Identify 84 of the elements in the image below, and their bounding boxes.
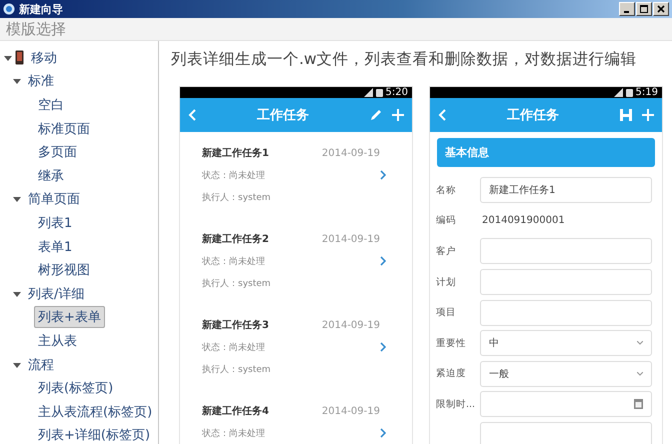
task-date: 2014-09-19 xyxy=(322,320,380,330)
plus-icon[interactable] xyxy=(392,109,404,121)
tree-item[interactable]: 列表1 xyxy=(34,212,76,234)
caret-icon[interactable] xyxy=(13,195,21,204)
battery-icon xyxy=(376,88,383,97)
page-title: 工作任务 xyxy=(506,107,560,124)
window-title: 新建向导 xyxy=(19,2,64,16)
task-executor: 执行人：system xyxy=(202,192,272,204)
tree-item[interactable]: 主从表流程(标签页) xyxy=(34,400,156,423)
task-date: 2014-09-19 xyxy=(322,148,380,158)
task-title: 新建工作任务2 xyxy=(202,232,270,246)
close-button[interactable] xyxy=(653,2,669,16)
code-value: 2014091900001 xyxy=(481,215,565,226)
field-label: 重要性 xyxy=(436,336,467,350)
app-icon xyxy=(3,3,15,15)
task-status: 状态：尚未处理 xyxy=(202,342,266,354)
back-icon[interactable] xyxy=(188,109,196,121)
maximize-icon xyxy=(640,5,648,13)
task-executor: 执行人：system xyxy=(202,364,272,376)
task-status: 状态：尚未处理 xyxy=(202,256,266,268)
tree-item[interactable]: 继承 xyxy=(34,164,68,187)
tree-item[interactable]: 树形视图 xyxy=(34,259,94,282)
task-title: 新建工作任务3 xyxy=(202,318,270,332)
task-date: 2014-09-19 xyxy=(322,406,380,416)
field-label: 客户 xyxy=(436,244,457,258)
date-field[interactable] xyxy=(480,391,652,418)
chevron-icon[interactable] xyxy=(380,170,386,180)
caret-icon[interactable] xyxy=(13,290,21,298)
chevron-icon[interactable] xyxy=(380,342,386,352)
tree-item[interactable]: 简单页面 xyxy=(24,188,84,210)
select-field[interactable]: 一般 xyxy=(480,360,652,387)
task-executor: 执行人：system xyxy=(202,278,272,290)
tree-item[interactable]: 列表+详细(标签页) xyxy=(34,424,154,444)
tree-item[interactable]: 列表+表单 xyxy=(34,306,105,328)
status-time: 5:19 xyxy=(636,87,658,98)
phone-icon xyxy=(15,50,24,66)
tree-item[interactable]: 主从表 xyxy=(34,330,81,352)
save-icon[interactable] xyxy=(620,109,632,121)
tree-item[interactable]: 标准 xyxy=(24,70,58,92)
tree-item[interactable]: 列表(标签页) xyxy=(34,377,118,400)
caret-icon[interactable] xyxy=(13,77,21,86)
tree-item[interactable]: 标准页面 xyxy=(34,118,94,140)
select-field[interactable]: 中 xyxy=(480,330,652,356)
input-field[interactable] xyxy=(480,422,652,444)
tree-item[interactable]: 多页面 xyxy=(34,141,81,164)
field-label: 编码 xyxy=(436,214,457,228)
tree-item[interactable]: 流程 xyxy=(24,354,58,376)
plus-icon[interactable] xyxy=(642,109,654,121)
caret-icon[interactable] xyxy=(4,54,12,62)
tree-item[interactable]: 空白 xyxy=(34,94,68,116)
field-label: 限制时... xyxy=(436,398,476,411)
tree-item[interactable]: 移动 xyxy=(27,46,61,69)
back-icon[interactable] xyxy=(438,109,446,121)
chevron-icon[interactable] xyxy=(380,256,386,266)
task-status: 状态：尚未处理 xyxy=(202,170,266,182)
field-label: 项目 xyxy=(436,306,457,320)
dropdown-icon xyxy=(637,341,643,346)
page-title: 工作任务 xyxy=(256,107,310,124)
input-field[interactable] xyxy=(480,238,652,264)
tree-item[interactable]: 列表/详细 xyxy=(24,282,88,305)
template-select-label: 模版选择 xyxy=(6,20,66,38)
status-time: 5:20 xyxy=(386,87,408,98)
input-field[interactable] xyxy=(480,300,652,326)
pencil-icon[interactable] xyxy=(370,109,382,121)
task-title: 新建工作任务4 xyxy=(202,404,270,418)
calendar-icon xyxy=(634,399,643,410)
section-header: 基本信息 xyxy=(437,138,655,167)
battery-icon xyxy=(626,88,633,97)
caret-icon[interactable] xyxy=(13,360,21,369)
input-field[interactable]: 新建工作任务1 xyxy=(480,177,652,204)
input-field[interactable] xyxy=(480,269,652,296)
close-icon xyxy=(657,5,665,13)
chevron-icon[interactable] xyxy=(380,428,386,438)
description-text: 列表详细生成一个.w文件，列表查看和删除数据，对数据进行编辑 xyxy=(171,49,638,70)
field-label: 紧迫度 xyxy=(436,367,467,380)
dropdown-icon xyxy=(637,372,643,376)
tree-item[interactable]: 表单1 xyxy=(34,236,76,258)
maximize-button[interactable] xyxy=(636,2,652,16)
task-date: 2014-09-19 xyxy=(322,234,380,244)
field-label: 名称 xyxy=(436,184,457,197)
minimize-button[interactable] xyxy=(619,2,635,16)
field-label: 计划 xyxy=(436,276,457,289)
task-title: 新建工作任务1 xyxy=(202,146,270,160)
task-status: 状态：尚未处理 xyxy=(202,428,266,440)
